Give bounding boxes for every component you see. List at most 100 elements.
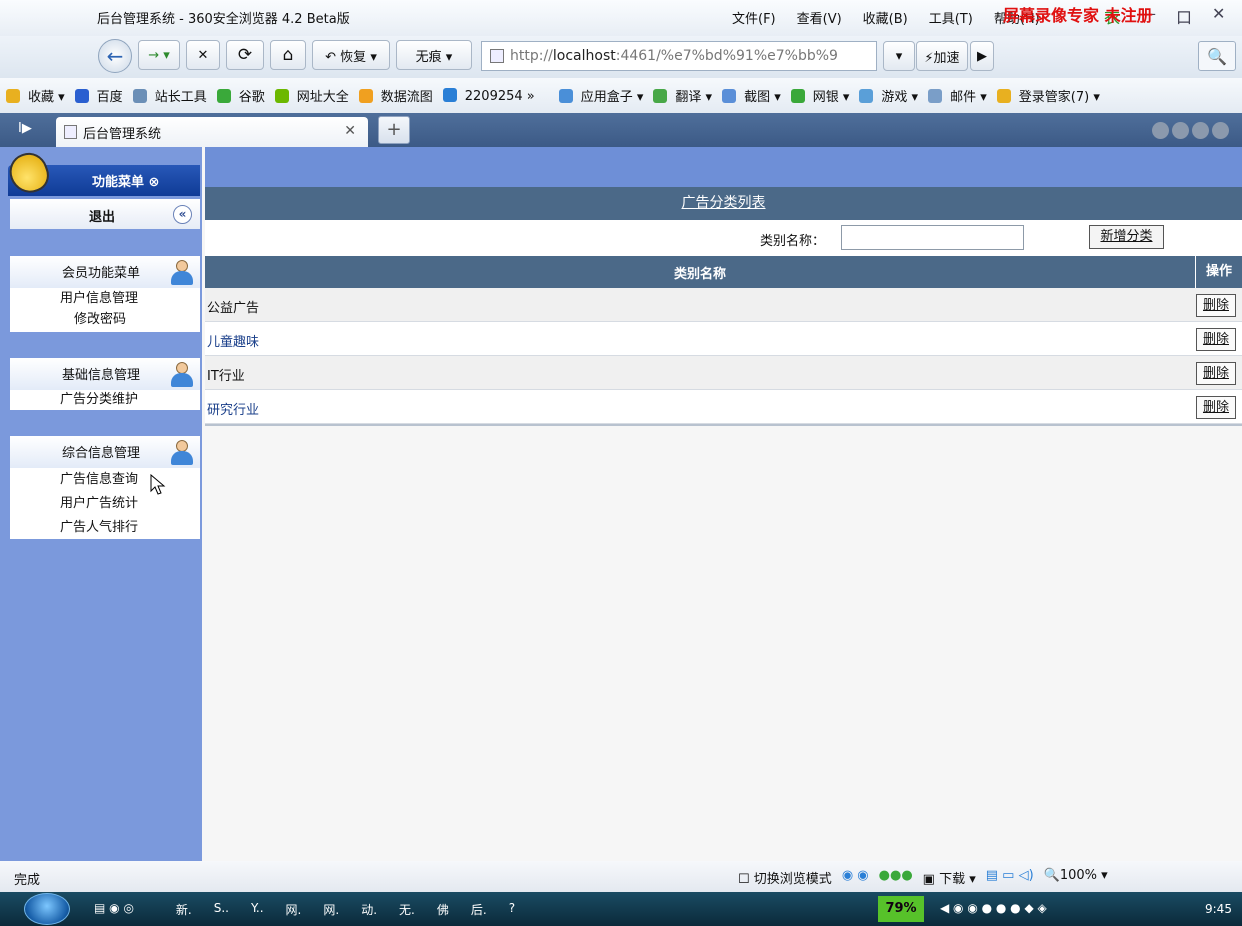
menu-tools[interactable]: 工具(T): [929, 8, 973, 27]
taskbar-items: ▤ ◉ ◎ 新. S.. Y.. 网. 网. 动. 无. 佛 后. ?: [94, 901, 515, 918]
sidebar-toggle-icon[interactable]: I▶: [18, 121, 32, 136]
category-name-input[interactable]: [841, 225, 1024, 250]
search-button[interactable]: 🔍: [1198, 41, 1236, 71]
fav-item-games[interactable]: 游戏 ▾: [859, 86, 920, 105]
fav-item-screenshot[interactable]: 截图 ▾: [722, 86, 783, 105]
taskbar-item[interactable]: 佛: [437, 901, 449, 918]
os-taskbar: ▤ ◉ ◎ 新. S.. Y.. 网. 网. 动. 无. 佛 后. ? 79% …: [0, 892, 1242, 926]
address-host: localhost: [552, 48, 616, 64]
delete-button[interactable]: 删除: [1196, 294, 1236, 317]
clock: 9:45: [1205, 902, 1232, 916]
fav-item-login-manager[interactable]: 登录管家(7) ▾: [996, 86, 1102, 105]
group-header[interactable]: 基础信息管理: [10, 358, 200, 390]
tray-tools-icon[interactable]: ▤ ▭ ◁): [986, 868, 1034, 887]
address-bar[interactable]: http://localhost:4461/%e7%bd%91%e7%bb%9: [481, 41, 877, 71]
table-row: 公益广告 删除: [205, 288, 1242, 322]
group-header[interactable]: 会员功能菜单: [10, 256, 200, 288]
start-button[interactable]: [24, 893, 70, 925]
fav-item-google[interactable]: 谷歌: [216, 86, 267, 105]
close-window-button[interactable]: ✕: [1212, 4, 1225, 28]
tab-list-icon[interactable]: [1192, 122, 1209, 139]
toggle-icon[interactable]: ●●●: [879, 868, 913, 887]
taskbar-item[interactable]: 动.: [361, 901, 377, 918]
fav-item-number[interactable]: 2209254 »: [442, 87, 537, 104]
menu-group-comprehensive: 综合信息管理 广告信息查询 用户广告统计 广告人气排行: [10, 436, 200, 539]
sidebar-title[interactable]: 功能菜单 ⊗: [92, 171, 159, 190]
taskbar-item[interactable]: Y..: [251, 901, 264, 918]
fav-item-appbox[interactable]: 应用盒子 ▾: [558, 86, 646, 105]
restore-button[interactable]: ↶ 恢复 ▾: [312, 40, 390, 70]
delete-button[interactable]: 删除: [1196, 396, 1236, 419]
download-button[interactable]: ▣ 下载 ▾: [923, 868, 976, 887]
sidebar-item-user-info[interactable]: 用户信息管理: [10, 288, 200, 309]
fav-item-collect[interactable]: 收藏 ▾: [6, 86, 67, 105]
delete-button[interactable]: 删除: [1196, 362, 1236, 385]
new-tab-button[interactable]: +: [378, 116, 410, 144]
tab-admin-system[interactable]: 后台管理系统 ✕: [56, 117, 368, 147]
page-icon: [490, 49, 504, 63]
tab-scroll-left-icon[interactable]: [1152, 122, 1169, 139]
group-header[interactable]: 综合信息管理: [10, 436, 200, 468]
list-caption-link[interactable]: 广告分类列表: [682, 195, 766, 211]
speed-button[interactable]: ⚡加速: [916, 41, 968, 71]
quicklaunch-icon[interactable]: ▤ ◉ ◎: [94, 901, 134, 918]
delete-button[interactable]: 删除: [1196, 328, 1236, 351]
category-table: 公益广告 删除 儿童趣味 删除 IT行业 删除 研究行业 删除: [205, 288, 1242, 424]
status-tools: ☐ 切换浏览模式 ◉ ◉ ●●● ▣ 下载 ▾ ▤ ▭ ◁) 🔍100% ▾: [738, 868, 1108, 887]
stop-button[interactable]: ✕: [186, 40, 220, 70]
home-button[interactable]: ⌂: [270, 40, 306, 70]
sidebar-item-ad-query[interactable]: 广告信息查询: [10, 468, 200, 492]
window-title: 后台管理系统 - 360安全浏览器 4.2 Beta版: [97, 12, 350, 27]
ie-icon[interactable]: ◉ ◉: [842, 868, 869, 887]
address-dropdown-button[interactable]: ▾: [883, 41, 915, 71]
sidebar-item-user-ad-stats[interactable]: 用户广告统计: [10, 492, 200, 516]
sidebar-item-change-password[interactable]: 修改密码: [10, 309, 200, 330]
logout-bar: 退出 «: [10, 199, 200, 229]
logout-link[interactable]: 退出: [89, 206, 115, 225]
back-button[interactable]: ←: [98, 39, 132, 73]
taskbar-item[interactable]: 新.: [176, 901, 192, 918]
taskbar-item[interactable]: S..: [214, 901, 229, 918]
fav-item-sites[interactable]: 网址大全: [274, 86, 351, 105]
address-path: :4461/%e7%bd%91%e7%bb%9: [615, 48, 838, 64]
menu-favorites[interactable]: 收藏(B): [863, 8, 908, 27]
refresh-button[interactable]: ⟳: [226, 40, 264, 70]
incognito-button[interactable]: 无痕 ▾: [396, 40, 472, 70]
sidebar-item-ad-category[interactable]: 广告分类维护: [10, 390, 200, 410]
table-row: IT行业 删除: [205, 356, 1242, 390]
zoom-control[interactable]: 🔍100% ▾: [1044, 868, 1108, 887]
favorites-bar: 收藏 ▾ 百度 站长工具 谷歌 网址大全 数据流图 2209254 » 应用盒子…: [0, 78, 1242, 113]
taskbar-item[interactable]: 网.: [323, 901, 339, 918]
switch-mode-button[interactable]: ☐ 切换浏览模式: [738, 868, 832, 887]
forward-button[interactable]: → ▾: [138, 40, 180, 70]
sidebar-item-ad-ranking[interactable]: 广告人气排行: [10, 516, 200, 540]
maximize-button[interactable]: 口: [1176, 4, 1192, 28]
tab-label: 后台管理系统: [83, 126, 162, 142]
fav-item-mail[interactable]: 邮件 ▾: [928, 86, 989, 105]
fav-item-bank[interactable]: 网银 ▾: [790, 86, 852, 105]
sidebar-header: 功能菜单 ⊗: [4, 147, 200, 199]
fav-item-webmaster[interactable]: 站长工具: [132, 86, 209, 105]
fav-item-dataflow[interactable]: 数据流图: [358, 86, 435, 105]
taskbar-item[interactable]: 后.: [471, 901, 487, 918]
table-header: 类别名称 操作: [205, 256, 1242, 288]
play-button[interactable]: ▶: [970, 41, 994, 71]
tab-nav-buttons: [1152, 122, 1229, 139]
taskbar-item[interactable]: 无.: [399, 901, 415, 918]
menu-file[interactable]: 文件(F): [732, 8, 776, 27]
taskbar-item[interactable]: ?: [509, 901, 515, 918]
add-category-button[interactable]: 新增分类: [1089, 225, 1164, 249]
fav-item-baidu[interactable]: 百度: [74, 86, 125, 105]
main-top-band: [205, 147, 1242, 187]
tab-scroll-right-icon[interactable]: [1172, 122, 1189, 139]
close-all-tabs-icon[interactable]: [1212, 122, 1229, 139]
menu-group-basic: 基础信息管理 广告分类维护: [10, 358, 200, 410]
mail-icon: [928, 89, 943, 103]
table-bottom-border: [205, 424, 1242, 426]
fav-item-translate[interactable]: 翻译 ▾: [653, 86, 714, 105]
close-tab-icon[interactable]: ✕: [344, 123, 356, 139]
taskbar-item[interactable]: 网.: [286, 901, 302, 918]
menu-view[interactable]: 查看(V): [797, 8, 842, 27]
system-tray-icons[interactable]: ◀ ◉ ◉ ● ● ● ◆ ◈: [940, 901, 1047, 915]
collapse-sidebar-icon[interactable]: «: [173, 205, 192, 224]
